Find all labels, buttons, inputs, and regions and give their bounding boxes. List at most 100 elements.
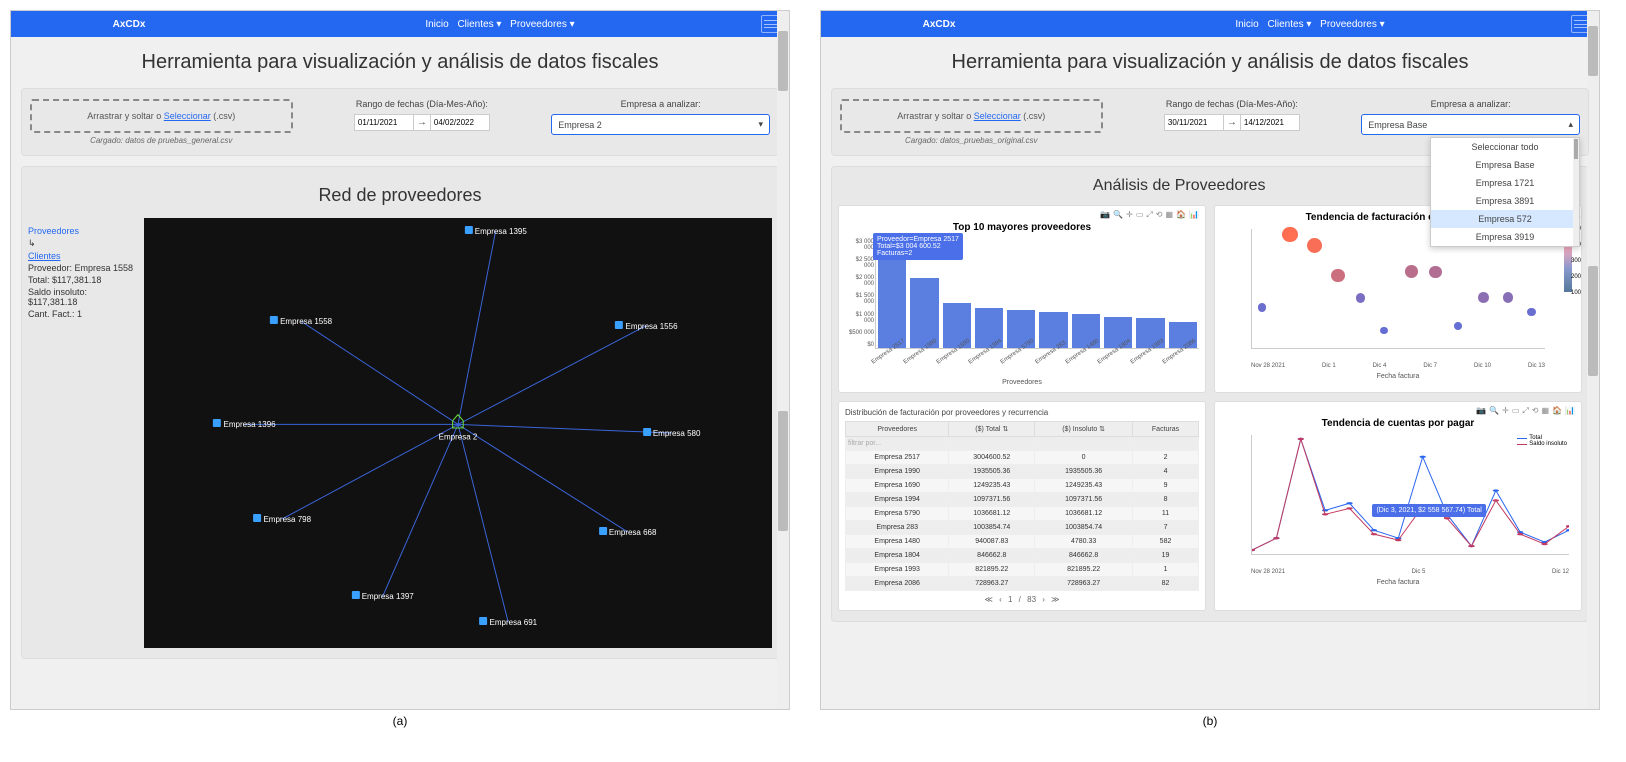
scatter-point[interactable]	[1258, 303, 1266, 311]
company-option[interactable]: Empresa 1721	[1431, 174, 1579, 192]
nav-clientes[interactable]: Clientes ▾	[1267, 19, 1311, 30]
pager-prev[interactable]: ‹	[999, 595, 1002, 604]
scatter-point[interactable]	[1356, 293, 1365, 302]
company-select[interactable]: Empresa Base ▴	[1361, 114, 1580, 135]
page-title: Herramienta para visualización y análisi…	[11, 51, 789, 74]
company-option[interactable]: Empresa 572	[1431, 210, 1579, 228]
chart-top-proveedores: 📷🔍✛▭⤢⟲▦🏠📊 Top 10 mayores proveedores Pro…	[838, 205, 1206, 393]
scatter-point[interactable]	[1307, 238, 1322, 253]
network-node[interactable]: Empresa 691	[479, 617, 537, 627]
table-pager[interactable]: ≪ ‹ 1 / 83 › ≫	[845, 595, 1199, 604]
company-dropdown[interactable]: Seleccionar todoEmpresa BaseEmpresa 1721…	[1430, 137, 1580, 247]
bar[interactable]: Empresa 1994	[975, 308, 1003, 348]
brand[interactable]: AxCDx	[19, 19, 239, 30]
network-card: Red de proveedores Proveedores ↳ Cliente…	[21, 166, 779, 659]
pager-last[interactable]: ≫	[1051, 595, 1059, 604]
plotly-toolbar[interactable]: 📷🔍✛▭⤢⟲▦🏠📊	[845, 210, 1199, 220]
table-header[interactable]: Facturas	[1133, 422, 1199, 437]
table-header[interactable]: ($) Total ⇅	[949, 422, 1035, 437]
table-filter-input[interactable]: filtrar por...	[846, 437, 949, 451]
nav-links: Inicio Clientes ▾ Proveedores ▾	[1049, 19, 1571, 30]
network-node[interactable]: Empresa 1395	[465, 226, 527, 236]
scatter-point[interactable]	[1478, 292, 1489, 303]
scatter-point[interactable]	[1503, 292, 1513, 302]
bar[interactable]: Empresa 5790	[1007, 310, 1035, 348]
scatter-area[interactable]	[1251, 229, 1545, 349]
table-row[interactable]: Empresa 1480940087.834780.33582	[846, 535, 1199, 549]
table-title: Distribución de facturación por proveedo…	[845, 408, 1199, 417]
company-option[interactable]: Empresa 3919	[1431, 228, 1579, 246]
scatter-point[interactable]	[1454, 322, 1462, 330]
scatter-point[interactable]	[1429, 266, 1441, 278]
bar[interactable]: Empresa 1804	[1104, 317, 1132, 348]
table-row[interactable]: Empresa 25173004600.5202	[846, 451, 1199, 465]
company-select[interactable]: Empresa 2 ▾	[551, 114, 770, 135]
distribution-table[interactable]: Proveedores($) Total ⇅($) Insoluto ⇅Fact…	[845, 421, 1199, 591]
zoom-icon: 🔍	[1113, 210, 1123, 220]
upload-dropzone[interactable]: Arrastrar y soltar o Seleccionar (.csv)	[30, 99, 293, 133]
network-node[interactable]: Empresa 1397	[351, 591, 413, 601]
brand[interactable]: AxCDx	[829, 19, 1049, 30]
scatter-point[interactable]	[1282, 227, 1297, 242]
network-legend: Proveedores ↳ Clientes Proveedor: Empres…	[28, 218, 138, 648]
table-header[interactable]: Proveedores	[846, 422, 949, 437]
bar[interactable]: Empresa 283	[1039, 312, 1067, 348]
bar[interactable]: Empresa 1990	[910, 278, 938, 348]
select-file-link[interactable]: Seleccionar	[164, 111, 211, 121]
navbar: AxCDx Inicio Clientes ▾ Proveedores ▾	[821, 11, 1599, 37]
company-option[interactable]: Empresa Base	[1431, 156, 1579, 174]
company-option[interactable]: Seleccionar todo	[1431, 138, 1579, 156]
upload-dropzone[interactable]: Arrastrar y soltar o Seleccionar (.csv)	[840, 99, 1103, 133]
plotly-toolbar[interactable]: 📷🔍✛▭⤢⟲▦🏠📊	[1221, 406, 1575, 416]
date-from-input[interactable]	[1164, 114, 1224, 131]
company-option[interactable]: Empresa 3891	[1431, 192, 1579, 210]
network-node[interactable]: Empresa 1396	[213, 419, 275, 429]
pager-first[interactable]: ≪	[984, 595, 992, 604]
bar[interactable]: Empresa 1690	[943, 303, 971, 348]
legend-clientes[interactable]: Clientes	[28, 251, 138, 261]
network-node[interactable]: Empresa 1558	[270, 316, 332, 326]
scatter-point[interactable]	[1405, 265, 1418, 278]
table-row[interactable]: Empresa 1993821895.22821895.221	[846, 563, 1199, 577]
scatter-point[interactable]	[1527, 308, 1535, 316]
controls: Arrastrar y soltar o Seleccionar (.csv) …	[831, 88, 1589, 156]
network-canvas[interactable]: ⌂ Empresa 2 Empresa 1395 Empresa 1556 Em…	[144, 218, 772, 648]
pager-page: 1	[1008, 595, 1012, 604]
line-chart-area[interactable]: TotalSaldo insoluto (Dic 3, 2021, $2 558…	[1251, 435, 1569, 555]
network-node[interactable]: Empresa 580	[643, 428, 701, 438]
navbar: AxCDx Inicio Clientes ▾ Proveedores ▾	[11, 11, 789, 37]
date-to-input[interactable]	[430, 114, 490, 131]
table-row[interactable]: Empresa 57901036681.121036681.1211	[846, 507, 1199, 521]
legend-proveedores[interactable]: Proveedores	[28, 226, 138, 236]
bar[interactable]: Empresa 1480	[1072, 314, 1100, 348]
table-row[interactable]: Empresa 16901249235.431249235.439	[846, 479, 1199, 493]
table-row[interactable]: Empresa 19901935505.361935505.364	[846, 465, 1199, 479]
nav-inicio[interactable]: Inicio	[1235, 19, 1258, 30]
bar[interactable]: Empresa 2086	[1169, 322, 1197, 348]
controls: Arrastrar y soltar o Seleccionar (.csv) …	[21, 88, 779, 156]
pager-next[interactable]: ›	[1042, 595, 1045, 604]
nav-clientes[interactable]: Clientes ▾	[457, 19, 501, 30]
table-header[interactable]: ($) Insoluto ⇅	[1035, 422, 1133, 437]
date-to-input[interactable]	[1240, 114, 1300, 131]
pager-total: 83	[1027, 595, 1036, 604]
date-from-input[interactable]	[354, 114, 414, 131]
bar[interactable]: Empresa 1993	[1136, 318, 1164, 348]
table-row[interactable]: Empresa 1804846662.8846662.819	[846, 549, 1199, 563]
chart-title: Tendencia de cuentas por pagar	[1221, 418, 1575, 429]
nav-proveedores[interactable]: Proveedores ▾	[1320, 19, 1385, 30]
scatter-point[interactable]	[1380, 327, 1388, 335]
nav-inicio[interactable]: Inicio	[425, 19, 448, 30]
table-row[interactable]: Empresa 2831003854.741003854.747	[846, 521, 1199, 535]
network-node[interactable]: Empresa 1556	[615, 321, 677, 331]
network-center-node[interactable]: ⌂ Empresa 2	[439, 407, 478, 442]
table-row[interactable]: Empresa 19941097371.561097371.568	[846, 493, 1199, 507]
select-file-link[interactable]: Seleccionar	[974, 111, 1021, 121]
scatter-point[interactable]	[1331, 269, 1344, 282]
network-node[interactable]: Empresa 798	[253, 514, 311, 524]
network-node[interactable]: Empresa 668	[599, 527, 657, 537]
nav-proveedores[interactable]: Proveedores ▾	[510, 19, 575, 30]
loaded-file-label: Cargado: datos de pruebas_general.csv	[30, 136, 293, 145]
table-row[interactable]: Empresa 2086728963.27728963.2782	[846, 577, 1199, 591]
scrollbar[interactable]	[777, 11, 789, 709]
